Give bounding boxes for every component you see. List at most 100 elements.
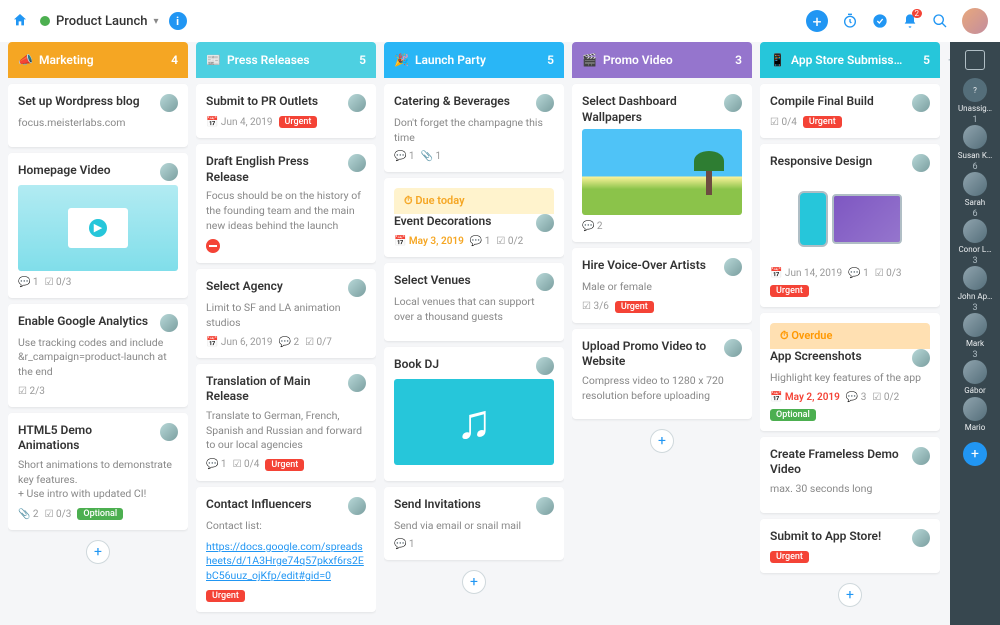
member-filter[interactable]: Mark3 [958,313,993,360]
task-card[interactable]: Upload Promo Video to WebsiteCompress vi… [572,329,752,420]
column-header[interactable]: 📰Press Releases5 [196,42,376,78]
user-avatar[interactable] [962,8,988,34]
card-desc: Send via email or snail mail [394,519,554,534]
card-title: Set up Wordpress blog [18,94,140,110]
assignee-avatar[interactable] [536,94,554,112]
column-icon: 📣 [18,53,33,67]
assignee-avatar[interactable] [348,279,366,297]
card-meta: ☑ 0/4Urgent [770,116,930,128]
card-desc: Focus should be on the history of the fo… [206,189,366,233]
assignee-avatar[interactable] [160,423,178,441]
members-sidebar: ?Unassig…1Susan K…6Sarah6Conor L…3John A… [950,42,1000,625]
add-card-button[interactable]: + [838,583,862,607]
task-card[interactable]: Homepage Video▶💬 1☑ 0/3 [8,153,188,298]
assignee-avatar[interactable] [912,447,930,465]
card-desc: Male or female [582,280,742,295]
task-card[interactable]: Catering & BeveragesDon't forget the cha… [384,84,564,172]
task-card[interactable]: Translation of Main ReleaseTranslate to … [196,364,376,481]
task-card[interactable]: Select AgencyLimit to SF and LA animatio… [196,269,376,357]
assignee-avatar[interactable] [348,154,366,172]
assignee-avatar[interactable] [536,214,554,232]
card-desc: Contact list: [206,519,366,534]
column-icon: 📱 [770,53,785,67]
member-filter[interactable]: John Ap…3 [958,266,993,313]
project-selector[interactable]: Product Launch ▾ [40,14,159,29]
member-name: Gábor [964,386,986,395]
task-card[interactable]: Submit to App Store!Urgent [760,519,940,573]
card-meta: 💬 1☑ 0/4Urgent [206,459,366,471]
task-card[interactable]: Select VenuesLocal venues that can suppo… [384,263,564,340]
member-filter[interactable]: Susan K…6 [958,125,993,172]
card-meta: 💬 2 [582,221,742,232]
member-filter[interactable]: Mario [958,397,993,434]
task-card[interactable]: Enable Google AnalyticsUse tracking code… [8,304,188,407]
assignee-avatar[interactable] [912,349,930,367]
check-circle-icon[interactable] [872,13,888,29]
task-card[interactable]: Set up Wordpress blogfocus.meisterlabs.c… [8,84,188,147]
card-title: HTML5 Demo Animations [18,423,154,454]
task-card[interactable]: HTML5 Demo AnimationsShort animations to… [8,413,188,530]
assignee-avatar[interactable] [912,94,930,112]
member-filter[interactable]: Gábor [958,360,993,397]
task-card[interactable]: Submit to PR Outlets📅 Jun 4, 2019Urgent [196,84,376,138]
card-link[interactable]: https://docs.google.com/spreadsheets/d/1… [206,540,364,582]
add-button[interactable]: + [806,10,828,32]
notifications-icon[interactable]: 2 [902,13,918,29]
member-filter[interactable]: ?Unassig…1 [958,78,993,125]
column-icon: 📰 [206,53,221,67]
column-title: Marketing [39,53,94,67]
task-card[interactable]: Draft English Press ReleaseFocus should … [196,144,376,263]
assignee-avatar[interactable] [536,357,554,375]
column-body: Catering & BeveragesDon't forget the cha… [384,78,564,617]
project-name: Product Launch [56,14,148,29]
task-card[interactable]: Book DJ♫ [384,347,564,481]
assignee-avatar[interactable] [160,94,178,112]
column-header[interactable]: 🎉Launch Party5 [384,42,564,78]
tag-optional: Optional [77,508,123,520]
checklist-count: ☑ 0/3 [45,277,72,288]
assignee-avatar[interactable] [348,374,366,392]
add-card-button[interactable]: + [86,540,110,564]
task-card[interactable]: ⏱ OverdueApp ScreenshotsHighlight key fe… [760,313,940,431]
card-title: App Screenshots [770,349,862,365]
member-filter[interactable]: Conor L…3 [958,219,993,266]
info-icon[interactable]: i [169,12,187,30]
assignee-avatar[interactable] [536,497,554,515]
member-avatar [963,172,987,196]
view-toggle-icon[interactable] [965,50,985,70]
comments-count: 💬 1 [470,236,491,247]
member-count: 3 [972,256,977,266]
member-filter[interactable]: Sarah6 [958,172,993,219]
task-card[interactable]: Select Dashboard Wallpapers💬 2 [572,84,752,242]
task-card[interactable]: Contact InfluencersContact list:https://… [196,487,376,612]
board: 📣Marketing4Set up Wordpress blogfocus.me… [0,42,950,625]
task-card[interactable]: Send InvitationsSend via email or snail … [384,487,564,561]
column-header[interactable]: 📣Marketing4 [8,42,188,78]
timer-icon[interactable] [842,13,858,29]
assignee-avatar[interactable] [160,314,178,332]
assignee-avatar[interactable] [536,273,554,291]
assignee-avatar[interactable] [348,497,366,515]
task-card[interactable]: Compile Final Build☑ 0/4Urgent [760,84,940,138]
assignee-avatar[interactable] [724,94,742,112]
search-icon[interactable] [932,13,948,29]
assignee-avatar[interactable] [724,339,742,357]
task-card[interactable]: ⏱ Due todayEvent Decorations📅 May 3, 201… [384,178,564,257]
add-member-button[interactable]: + [963,442,987,466]
add-card-button[interactable]: + [462,570,486,594]
column-header[interactable]: 🎬Promo Video3 [572,42,752,78]
task-card[interactable]: Create Frameless Demo Videomax. 30 secon… [760,437,940,513]
add-card-button[interactable]: + [650,429,674,453]
column-icon: 🎬 [582,53,597,67]
card-title: Upload Promo Video to Website [582,339,718,370]
assignee-avatar[interactable] [160,163,178,181]
home-icon[interactable] [12,12,30,30]
column-header[interactable]: 📱App Store Submiss…5 [760,42,940,78]
assignee-avatar[interactable] [348,94,366,112]
assignee-avatar[interactable] [912,154,930,172]
assignee-avatar[interactable] [724,258,742,276]
task-card[interactable]: Responsive Design📅 Jun 14, 2019💬 1☑ 0/3U… [760,144,940,307]
task-card[interactable]: Hire Voice-Over ArtistsMale or female☑ 3… [572,248,752,323]
tag-urgent: Urgent [615,301,654,313]
assignee-avatar[interactable] [912,529,930,547]
